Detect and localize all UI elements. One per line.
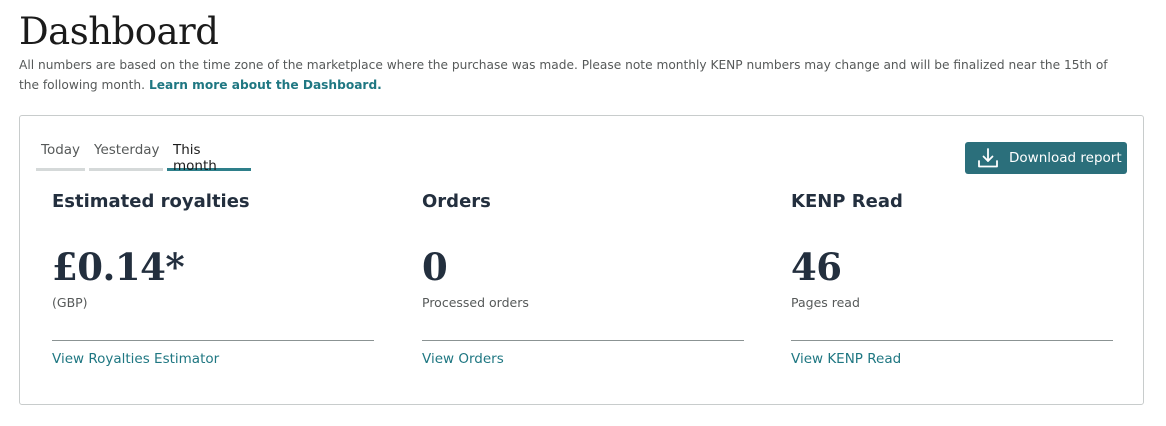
metric-value: 46 <box>791 245 842 289</box>
period-tabs: Today Yesterday This month <box>36 140 255 174</box>
learn-more-link[interactable]: Learn more about the Dashboard. <box>149 78 382 92</box>
page-title: Dashboard <box>19 10 219 53</box>
download-report-label: Download report <box>1009 150 1122 166</box>
metric-estimated-royalties: Estimated royalties £0.14* (GBP) View Ro… <box>52 190 374 367</box>
view-orders-link[interactable]: View Orders <box>422 351 504 367</box>
metric-value: 0 <box>422 245 448 289</box>
tab-this-month[interactable]: This month <box>167 140 251 174</box>
metric-title: Orders <box>422 191 491 212</box>
metric-subtitle: (GBP) <box>52 295 88 310</box>
metric-kenp-read: KENP Read 46 Pages read View KENP Read <box>791 190 1113 367</box>
divider <box>422 340 744 341</box>
metric-value: £0.14* <box>52 245 185 289</box>
view-kenp-read-link[interactable]: View KENP Read <box>791 351 901 367</box>
metric-title: KENP Read <box>791 191 903 212</box>
tab-yesterday[interactable]: Yesterday <box>89 140 163 171</box>
download-report-button[interactable]: Download report <box>965 142 1127 174</box>
metric-subtitle: Pages read <box>791 295 860 310</box>
divider <box>52 340 374 341</box>
divider <box>791 340 1113 341</box>
intro-text: All numbers are based on the time zone o… <box>19 55 1129 95</box>
dashboard-panel: Today Yesterday This month Download repo… <box>19 115 1144 405</box>
metric-subtitle: Processed orders <box>422 295 529 310</box>
metric-title: Estimated royalties <box>52 191 250 212</box>
view-royalties-estimator-link[interactable]: View Royalties Estimator <box>52 351 219 367</box>
tab-today[interactable]: Today <box>36 140 85 171</box>
download-icon <box>978 148 998 168</box>
metric-orders: Orders 0 Processed orders View Orders <box>422 190 744 367</box>
